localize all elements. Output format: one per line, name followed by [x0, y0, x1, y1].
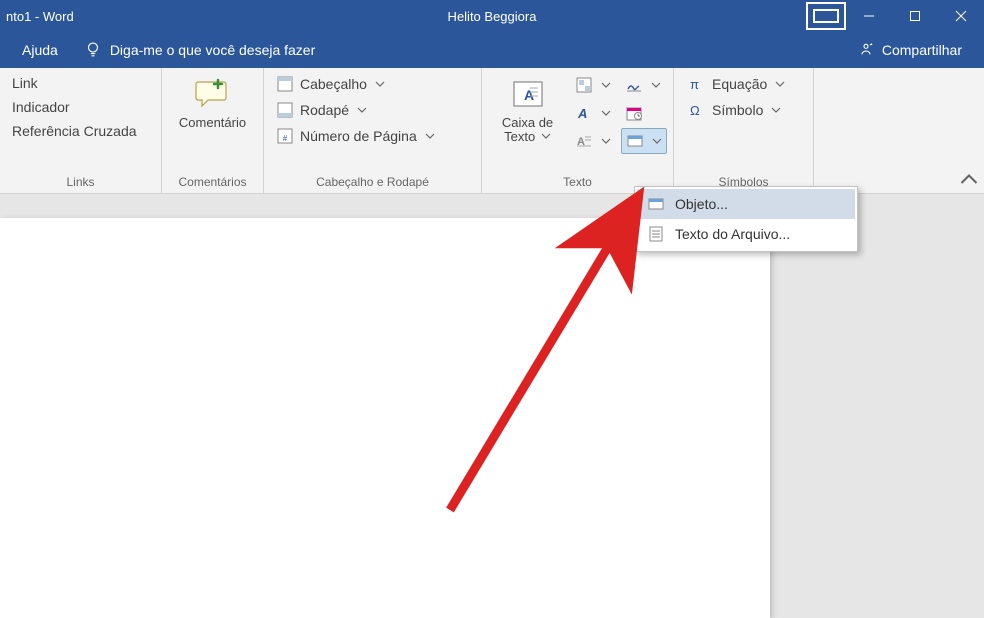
quick-parts-button[interactable] — [571, 72, 615, 98]
menu-item-text-from-file[interactable]: Texto do Arquivo... — [637, 219, 855, 249]
symbol-label: Símbolo — [712, 102, 763, 118]
title-bar: nto1 - Word Helito Beggiora — [0, 0, 984, 32]
svg-text:Ω: Ω — [690, 103, 700, 118]
document-title: nto1 - Word — [6, 9, 74, 24]
text-box-button[interactable]: A Caixa de Texto — [488, 72, 567, 149]
cross-reference-label: Referência Cruzada — [12, 123, 137, 139]
drop-cap-button[interactable]: A — [571, 128, 615, 154]
chevron-down-icon — [357, 105, 367, 115]
header-icon — [276, 75, 294, 93]
group-comments-label: Comentários — [168, 173, 257, 193]
footer-label: Rodapé — [300, 102, 349, 118]
ribbon-body: Link Indicador Referência Cruzada Links … — [0, 68, 984, 194]
svg-text:π: π — [690, 77, 699, 92]
comment-label: Comentário — [179, 116, 246, 130]
object-dropdown-menu: Objeto... Texto do Arquivo... — [634, 186, 858, 252]
share-label: Compartilhar — [882, 42, 962, 58]
page-number-icon: # — [276, 127, 294, 145]
comment-icon — [194, 76, 230, 112]
menu-item-object[interactable]: Objeto... — [637, 189, 855, 219]
collapse-ribbon-button[interactable] — [960, 171, 978, 189]
chevron-down-icon — [601, 108, 611, 118]
page-number-label: Número de Página — [300, 128, 417, 144]
maximize-button[interactable] — [892, 0, 938, 32]
symbol-button[interactable]: Ω Símbolo — [680, 98, 793, 122]
user-name: Helito Beggiora — [448, 9, 537, 24]
equation-button[interactable]: π Equação — [680, 72, 793, 96]
wordart-icon: A — [575, 104, 593, 122]
menu-item-object-label: Objeto... — [675, 196, 728, 212]
footer-button[interactable]: Rodapé — [270, 98, 441, 122]
group-links-label: Links — [6, 173, 155, 193]
group-links: Link Indicador Referência Cruzada Links — [0, 68, 162, 193]
text-box-label: Caixa de Texto — [498, 116, 557, 145]
chevron-down-icon — [425, 131, 435, 141]
header-label: Cabeçalho — [300, 76, 367, 92]
chevron-down-icon — [652, 136, 662, 146]
header-button[interactable]: Cabeçalho — [270, 72, 441, 96]
wordart-button[interactable]: A — [571, 100, 615, 126]
chevron-down-icon — [375, 79, 385, 89]
equation-icon: π — [688, 75, 706, 93]
chevron-down-icon — [775, 79, 785, 89]
tab-help[interactable]: Ajuda — [8, 32, 72, 68]
tell-me-placeholder: Diga-me o que você deseja fazer — [110, 42, 315, 58]
ribbon-tab-row: Ajuda Diga-me o que você deseja fazer Co… — [0, 32, 984, 68]
tell-me-search[interactable]: Diga-me o que você deseja fazer — [72, 40, 327, 61]
share-button[interactable]: Compartilhar — [844, 41, 976, 60]
cross-reference-button[interactable]: Referência Cruzada — [6, 120, 143, 142]
lightbulb-icon — [84, 40, 102, 61]
footer-icon — [276, 101, 294, 119]
svg-text:A: A — [524, 87, 534, 103]
chevron-down-icon — [601, 80, 611, 90]
svg-text:#: # — [283, 134, 288, 143]
quick-parts-icon — [575, 76, 593, 94]
bookmark-button[interactable]: Indicador — [6, 96, 143, 118]
tablet-mode-icon[interactable] — [806, 0, 846, 32]
object-icon — [626, 132, 644, 150]
document-page[interactable] — [0, 218, 770, 618]
chevron-down-icon — [651, 80, 661, 90]
link-label: Link — [12, 75, 38, 91]
comment-button[interactable]: Comentário — [169, 72, 256, 134]
group-text: A Caixa de Texto A — [482, 68, 674, 193]
text-box-icon: A — [510, 76, 546, 112]
close-button[interactable] — [938, 0, 984, 32]
equation-label: Equação — [712, 76, 767, 92]
drop-cap-icon: A — [575, 132, 593, 150]
group-header-footer-label: Cabeçalho e Rodapé — [270, 173, 475, 193]
link-button[interactable]: Link — [6, 72, 143, 94]
group-comments: Comentário Comentários — [162, 68, 264, 193]
signature-line-button[interactable] — [621, 72, 667, 98]
chevron-down-icon — [601, 136, 611, 146]
chevron-down-icon — [771, 105, 781, 115]
text-from-file-icon — [647, 225, 665, 243]
menu-item-text-from-file-label: Texto do Arquivo... — [675, 226, 790, 242]
tab-help-label: Ajuda — [22, 42, 58, 58]
svg-text:A: A — [577, 106, 587, 121]
object-button[interactable] — [621, 128, 667, 154]
minimize-button[interactable] — [846, 0, 892, 32]
group-header-footer: Cabeçalho Rodapé # Número de Página — [264, 68, 482, 193]
date-time-icon — [625, 104, 643, 122]
page-number-button[interactable]: # Número de Página — [270, 124, 441, 148]
group-symbols: π Equação Ω Símbolo Símbolos — [674, 68, 814, 193]
bookmark-label: Indicador — [12, 99, 70, 115]
share-icon — [858, 41, 874, 60]
date-time-button[interactable] — [621, 100, 667, 126]
object-icon — [647, 195, 665, 213]
signature-icon — [625, 76, 643, 94]
symbol-icon: Ω — [688, 101, 706, 119]
